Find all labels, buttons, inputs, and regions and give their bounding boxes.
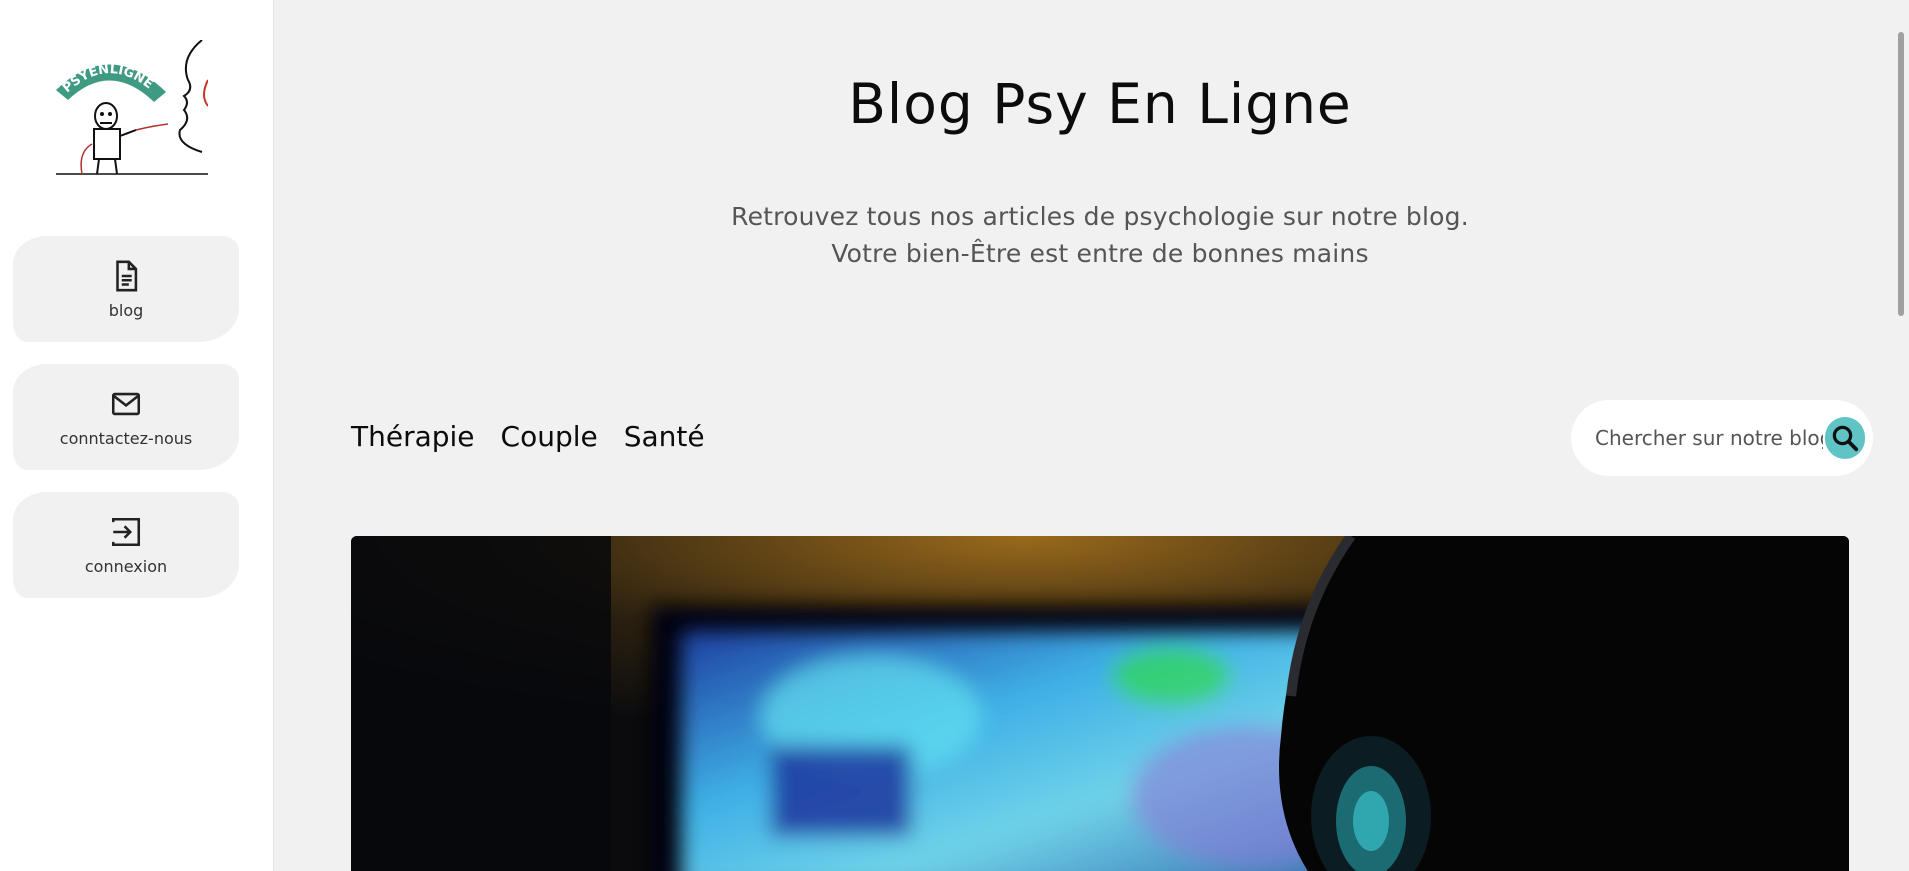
category-couple[interactable]: Couple	[501, 420, 598, 453]
category-sante[interactable]: Santé	[624, 420, 705, 453]
search-icon	[1832, 425, 1859, 452]
main-content: Blog Psy En Ligne Retrouvez tous nos art…	[275, 0, 1894, 871]
sidebar-item-contact[interactable]: conntactez-nous	[13, 364, 239, 470]
gaming-scene-image	[351, 536, 1849, 871]
scrollbar-thumb[interactable]	[1898, 32, 1904, 316]
site-logo[interactable]: PSYENLIGNE	[52, 39, 209, 176]
sidebar-item-label: blog	[108, 300, 144, 320]
sidebar-item-label: conntactez-nous	[59, 428, 193, 448]
vertical-scrollbar[interactable]	[1894, 0, 1909, 871]
category-nav: Thérapie Couple Santé	[351, 420, 705, 453]
page-title: Blog Psy En Ligne	[848, 72, 1352, 136]
search-box	[1571, 400, 1873, 476]
sidebar-item-connexion[interactable]: connexion	[13, 492, 239, 598]
sidebar-item-blog[interactable]: blog	[13, 236, 239, 342]
sidebar-item-label: connexion	[84, 556, 168, 576]
page-subtitle: Retrouvez tous nos articles de psycholog…	[731, 202, 1469, 268]
sidebar: PSYENLIGNE blog conntactez-nous connexio…	[0, 0, 274, 871]
featured-article-image[interactable]	[351, 536, 1849, 871]
document-icon	[116, 260, 138, 291]
logo-psyenligne-icon: PSYENLIGNE	[56, 39, 209, 175]
search-input[interactable]	[1595, 426, 1823, 450]
category-therapie[interactable]: Thérapie	[351, 420, 475, 453]
envelope-icon	[111, 392, 141, 415]
search-button[interactable]	[1825, 417, 1865, 459]
login-icon	[111, 517, 141, 546]
